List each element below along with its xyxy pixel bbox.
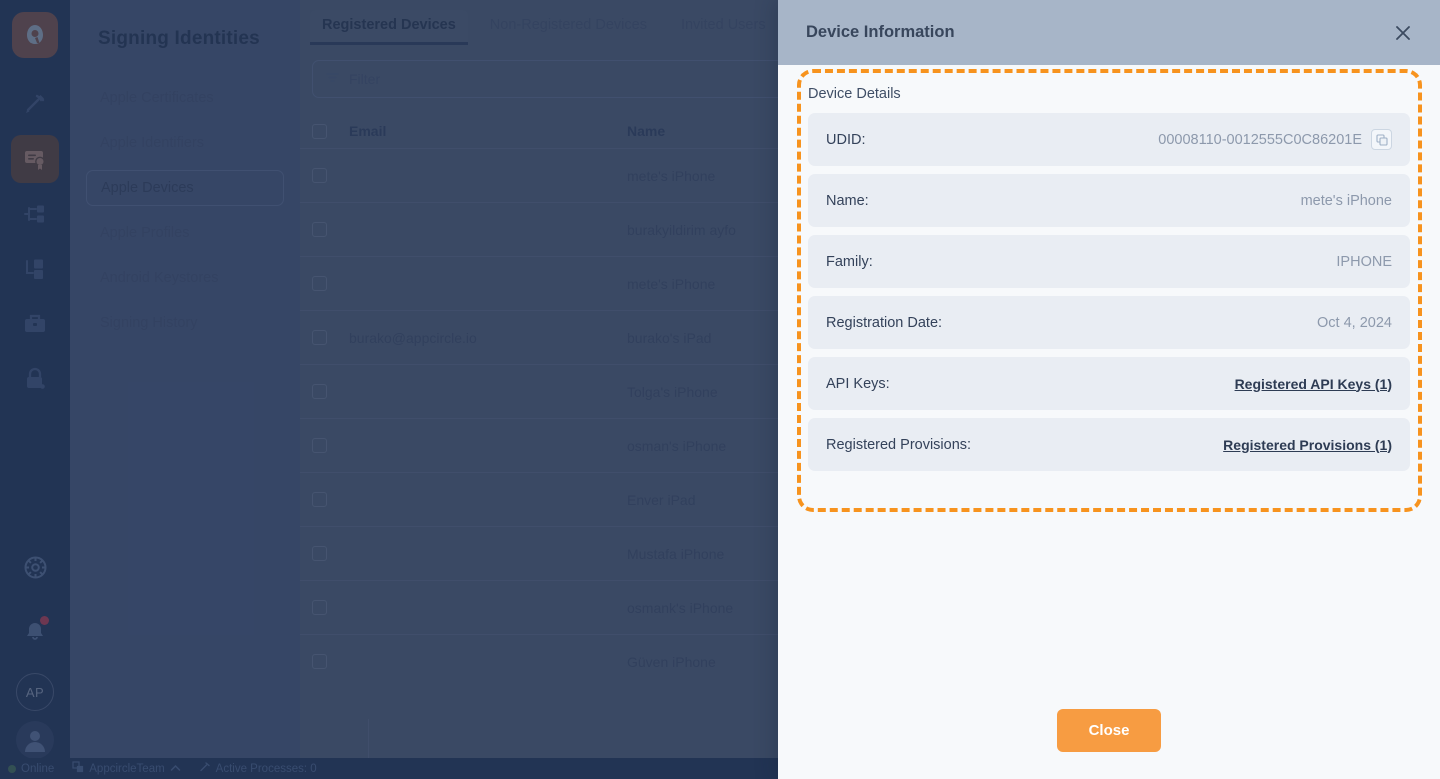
detail-value-text: 00008110-0012555C0C86201E <box>1158 131 1362 148</box>
detail-value: IPHONE <box>1336 254 1392 270</box>
detail-value: 00008110-0012555C0C86201E <box>1158 129 1392 150</box>
detail-value: mete's iPhone <box>1301 193 1392 209</box>
detail-row: Family: IPHONE <box>808 235 1410 288</box>
detail-value-text: Registered Provisions (1) <box>1223 436 1392 453</box>
detail-value-text: Oct 4, 2024 <box>1317 314 1392 331</box>
detail-link[interactable]: Registered API Keys (1) <box>1235 376 1392 392</box>
detail-link[interactable]: Registered Provisions (1) <box>1223 437 1392 453</box>
detail-value: Oct 4, 2024 <box>1317 315 1392 331</box>
section-label: Device Details <box>808 86 901 102</box>
detail-key: API Keys: <box>826 375 890 392</box>
panel-title: Device Information <box>806 23 955 41</box>
close-icon[interactable] <box>1390 20 1416 46</box>
panel-header: Device Information <box>778 0 1440 65</box>
detail-key: Name: <box>826 192 869 209</box>
detail-key: Family: <box>826 253 873 270</box>
detail-row: Registered Provisions: Registered Provisi… <box>808 418 1410 471</box>
detail-value-text: mete's iPhone <box>1300 192 1392 209</box>
device-details-list: UDID: 00008110-0012555C0C86201E Name: mete'… <box>808 113 1410 471</box>
detail-value-text: Registered API Keys (1) <box>1234 375 1392 392</box>
detail-row: Name: mete's iPhone <box>808 174 1410 227</box>
detail-row: API Keys: Registered API Keys (1) <box>808 357 1410 410</box>
copy-udid-icon[interactable] <box>1371 129 1392 150</box>
panel-body: Device Details UDID: 00008110-0012555C0C8… <box>778 65 1440 681</box>
device-details-section: Device Details UDID: 00008110-0012555C0C8… <box>808 86 1410 479</box>
panel-footer: Close <box>778 681 1440 779</box>
detail-row: Registration Date: Oct 4, 2024 <box>808 296 1410 349</box>
detail-key: Registration Date: <box>826 314 943 331</box>
detail-value-text: IPHONE <box>1336 253 1392 270</box>
device-information-panel: Device Information Device Details UDID: 0… <box>778 0 1440 779</box>
detail-row: UDID: 00008110-0012555C0C86201E <box>808 113 1410 166</box>
detail-key: UDID: <box>826 131 866 148</box>
detail-key: Registered Provisions: <box>826 436 972 453</box>
screen-root: AP Signing Identities Apple Certificates… <box>0 0 1440 779</box>
close-button[interactable]: Close <box>1056 708 1162 752</box>
